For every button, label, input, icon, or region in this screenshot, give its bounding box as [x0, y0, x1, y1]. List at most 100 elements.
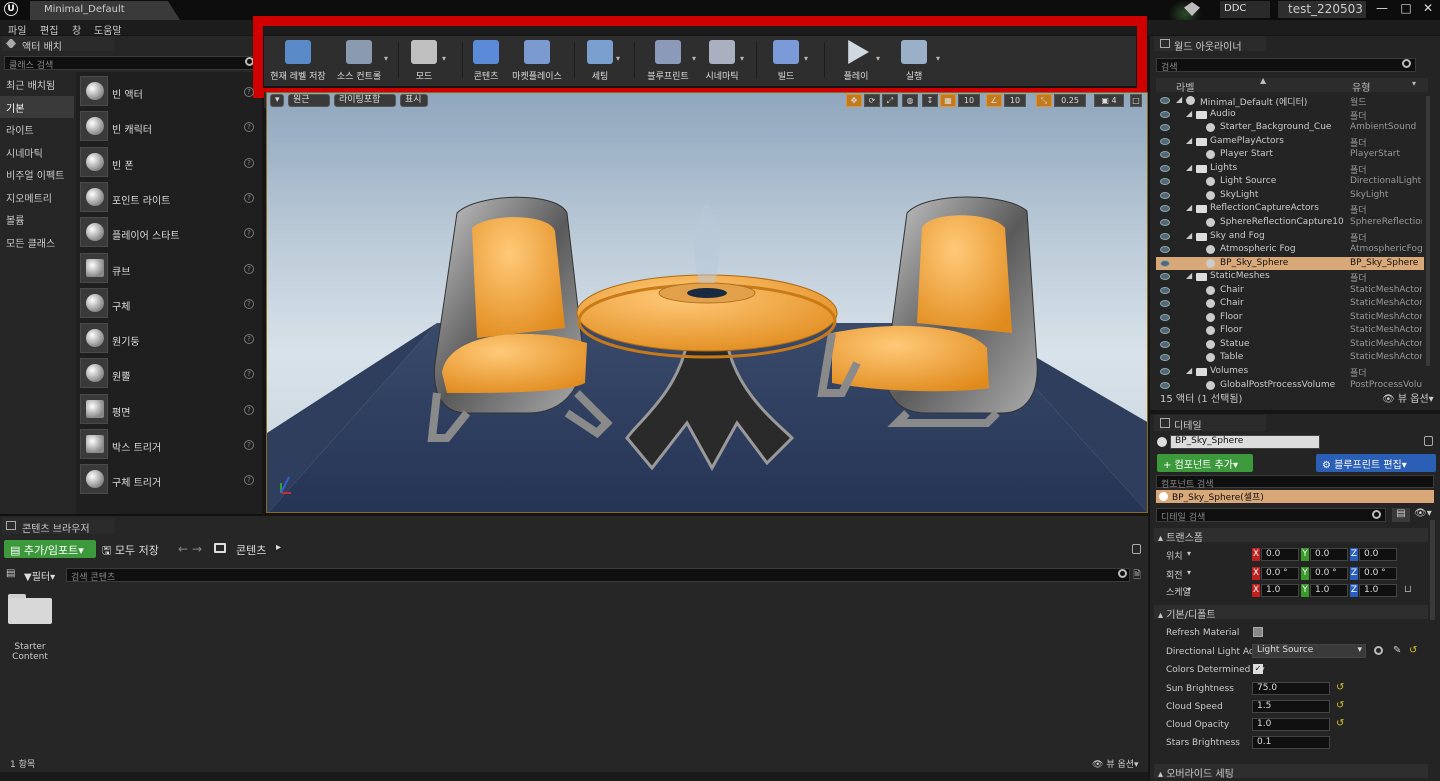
visibility-eye-icon[interactable] [1160, 218, 1170, 226]
toolbar-button-4[interactable]: 마켓플레이스 [508, 36, 566, 86]
menu-help[interactable]: 도움말 [94, 22, 122, 37]
category-4[interactable]: 비주얼 이펙트 [0, 163, 74, 185]
help-icon[interactable]: ? [244, 122, 254, 133]
property-matrix-icon[interactable]: ▤ [1392, 508, 1410, 522]
visibility-eye-icon[interactable] [1160, 246, 1170, 254]
colors-determined-by-checkbox[interactable]: ✓ [1253, 664, 1263, 674]
minimize-button[interactable]: — [1372, 0, 1392, 18]
visibility-eye-icon[interactable] [1160, 381, 1170, 389]
show-button[interactable]: 표시 [400, 94, 428, 107]
actor-item[interactable]: 원기둥? [76, 321, 260, 356]
outliner-row[interactable]: ◢ StaticMeshes 폴더 [1156, 270, 1424, 284]
rotation-dropdown-arrow-icon[interactable]: ▾ [1187, 568, 1191, 577]
toolbar-button-6[interactable]: 블루프린트 ▾ [640, 36, 696, 86]
cloud-opacity-reset-icon[interactable]: ↺ [1336, 718, 1344, 729]
close-button[interactable]: ✕ [1418, 0, 1438, 18]
outliner-row[interactable]: Starter_Background_Cue AmbientSound [1156, 121, 1424, 135]
outliner-row[interactable]: ◢ GamePlayActors 폴더 [1156, 135, 1424, 149]
level-viewport[interactable] [266, 92, 1148, 513]
surface-snap-icon[interactable]: ↧ [922, 94, 938, 107]
actor-item[interactable]: 빈 캐릭터? [76, 109, 260, 144]
rotation-axis-2-field[interactable]: 0.0 ° [1359, 567, 1397, 580]
expand-arrow-icon[interactable]: ◢ [1186, 136, 1192, 145]
location-axis-2-field[interactable]: 0.0 [1359, 548, 1397, 561]
outliner-search-input[interactable]: 검색 [1156, 58, 1416, 73]
outliner-scrollbar[interactable] [1426, 96, 1430, 366]
picker-icon[interactable]: ✎ [1393, 645, 1401, 656]
outliner-row[interactable]: ◢ Minimal_Default (에디터) 월드 [1156, 94, 1424, 108]
details-scrollbar[interactable] [1430, 520, 1435, 620]
perspective-button[interactable]: 원근 [288, 94, 330, 107]
actor-name-field[interactable]: BP_Sky_Sphere [1170, 435, 1320, 449]
maximize-button[interactable]: □ [1396, 0, 1416, 18]
help-icon[interactable]: ? [244, 192, 254, 203]
dropdown-arrow-icon[interactable]: ▾ [692, 54, 696, 63]
column-dropdown-icon[interactable]: ▾ [1412, 79, 1416, 88]
outliner-row[interactable]: ◢ Volumes 폴더 [1156, 365, 1424, 379]
outliner-row[interactable]: ◢ Audio 폴더 [1156, 108, 1424, 122]
help-icon[interactable]: ? [244, 369, 254, 380]
translate-mode-icon[interactable]: ✥ [846, 94, 862, 107]
scale-snap-value[interactable]: 0.25 [1054, 94, 1086, 107]
save-search-icon[interactable]: 🗎 [1133, 568, 1141, 585]
category-0[interactable]: 최근 배치됨 [0, 73, 74, 95]
toolbar-button-0[interactable]: 현재 레벨 저장 [270, 36, 326, 86]
add-component-button[interactable]: + 컴포넌트 추가▾ [1157, 454, 1253, 472]
detail-search-input[interactable]: 디테일 검색 [1156, 508, 1386, 523]
rotate-mode-icon[interactable]: ⟳ [864, 94, 880, 107]
outliner-row[interactable]: SphereReflectionCapture10 SphereReflectio… [1156, 216, 1424, 230]
actor-item[interactable]: 구체? [76, 286, 260, 321]
help-icon[interactable]: ? [244, 87, 254, 97]
outliner-row[interactable]: Chair StaticMeshActor [1156, 297, 1424, 311]
visibility-eye-icon[interactable] [1160, 110, 1170, 118]
toolbar-button-2[interactable]: 모드 ▾ [402, 36, 446, 86]
outliner-row[interactable]: BP_Sky_Sphere BP_Sky_Sphere [1156, 256, 1424, 271]
visibility-eye-icon[interactable] [1160, 205, 1170, 213]
outliner-row[interactable]: Chair StaticMeshActor [1156, 284, 1424, 298]
path-chevron-icon[interactable]: ▸ [276, 542, 281, 553]
visibility-eye-icon[interactable] [1160, 137, 1170, 145]
help-icon[interactable]: ? [244, 228, 254, 239]
help-icon[interactable]: ? [244, 440, 254, 450]
starter-content-folder[interactable] [8, 594, 52, 624]
rotation-axis-0-field[interactable]: 0.0 ° [1261, 567, 1299, 580]
outliner-row[interactable]: ◢ Lights 폴더 [1156, 162, 1424, 176]
visibility-eye-icon[interactable] [1160, 327, 1170, 335]
visibility-eye-icon[interactable] [1160, 178, 1170, 186]
help-icon[interactable]: ? [244, 263, 254, 274]
add-import-button[interactable]: ▤ 추가/임포트▾ [4, 540, 96, 558]
cloud-speed-field[interactable]: 1.5 [1252, 700, 1330, 713]
lock-icon[interactable] [1424, 436, 1433, 446]
dropdown-arrow-icon[interactable]: ▾ [442, 54, 446, 63]
world-local-icon[interactable]: ◍ [902, 94, 918, 107]
grid-snap-icon[interactable]: ▦ [940, 94, 956, 107]
outliner-row[interactable]: Floor StaticMeshActor [1156, 311, 1424, 325]
menu-file[interactable]: 파일 [8, 22, 26, 37]
visibility-eye-icon[interactable] [1160, 286, 1170, 294]
help-icon[interactable]: ? [244, 298, 254, 309]
default-section-header[interactable]: ▴ 기본/디폴트 [1154, 605, 1428, 621]
refresh-material-checkbox[interactable] [1253, 627, 1263, 637]
actor-item[interactable]: 포인트 라이트? [76, 180, 260, 215]
browse-icon[interactable] [1374, 646, 1383, 655]
forward-arrow-icon[interactable]: → [192, 542, 202, 556]
toolbar-button-8[interactable]: 빌드 ▾ [764, 36, 808, 86]
dropdown-arrow-icon[interactable]: ▾ [740, 54, 744, 63]
outliner-row[interactable]: Statue StaticMeshActor [1156, 338, 1424, 352]
details-tab[interactable]: 디테일 [1154, 415, 1266, 432]
ddc-button[interactable]: DDC [1220, 1, 1270, 18]
scale-axis-1-field[interactable]: 1.0 [1310, 584, 1348, 597]
visibility-eye-icon[interactable] [1160, 300, 1170, 308]
outliner-row[interactable]: Atmospheric Fog AtmosphericFog [1156, 243, 1424, 257]
category-3[interactable]: 시네마틱 [0, 141, 74, 163]
path-content[interactable]: 콘텐츠 [236, 542, 266, 558]
reset-default-icon[interactable]: ↺ [1409, 645, 1417, 656]
visibility-eye-icon[interactable] [1160, 340, 1170, 348]
rotation-snap-value[interactable]: 10 [1004, 94, 1026, 107]
actor-item[interactable]: 빈 액터? [76, 74, 260, 109]
actor-item[interactable]: 구체 트리거? [76, 462, 260, 497]
camera-speed-button[interactable]: ▣ 4 [1094, 94, 1124, 107]
outliner-row[interactable]: SkyLight SkyLight [1156, 189, 1424, 203]
dropdown-arrow-icon[interactable]: ▾ [876, 54, 880, 63]
sun-brightness-field[interactable]: 75.0 [1252, 682, 1330, 695]
